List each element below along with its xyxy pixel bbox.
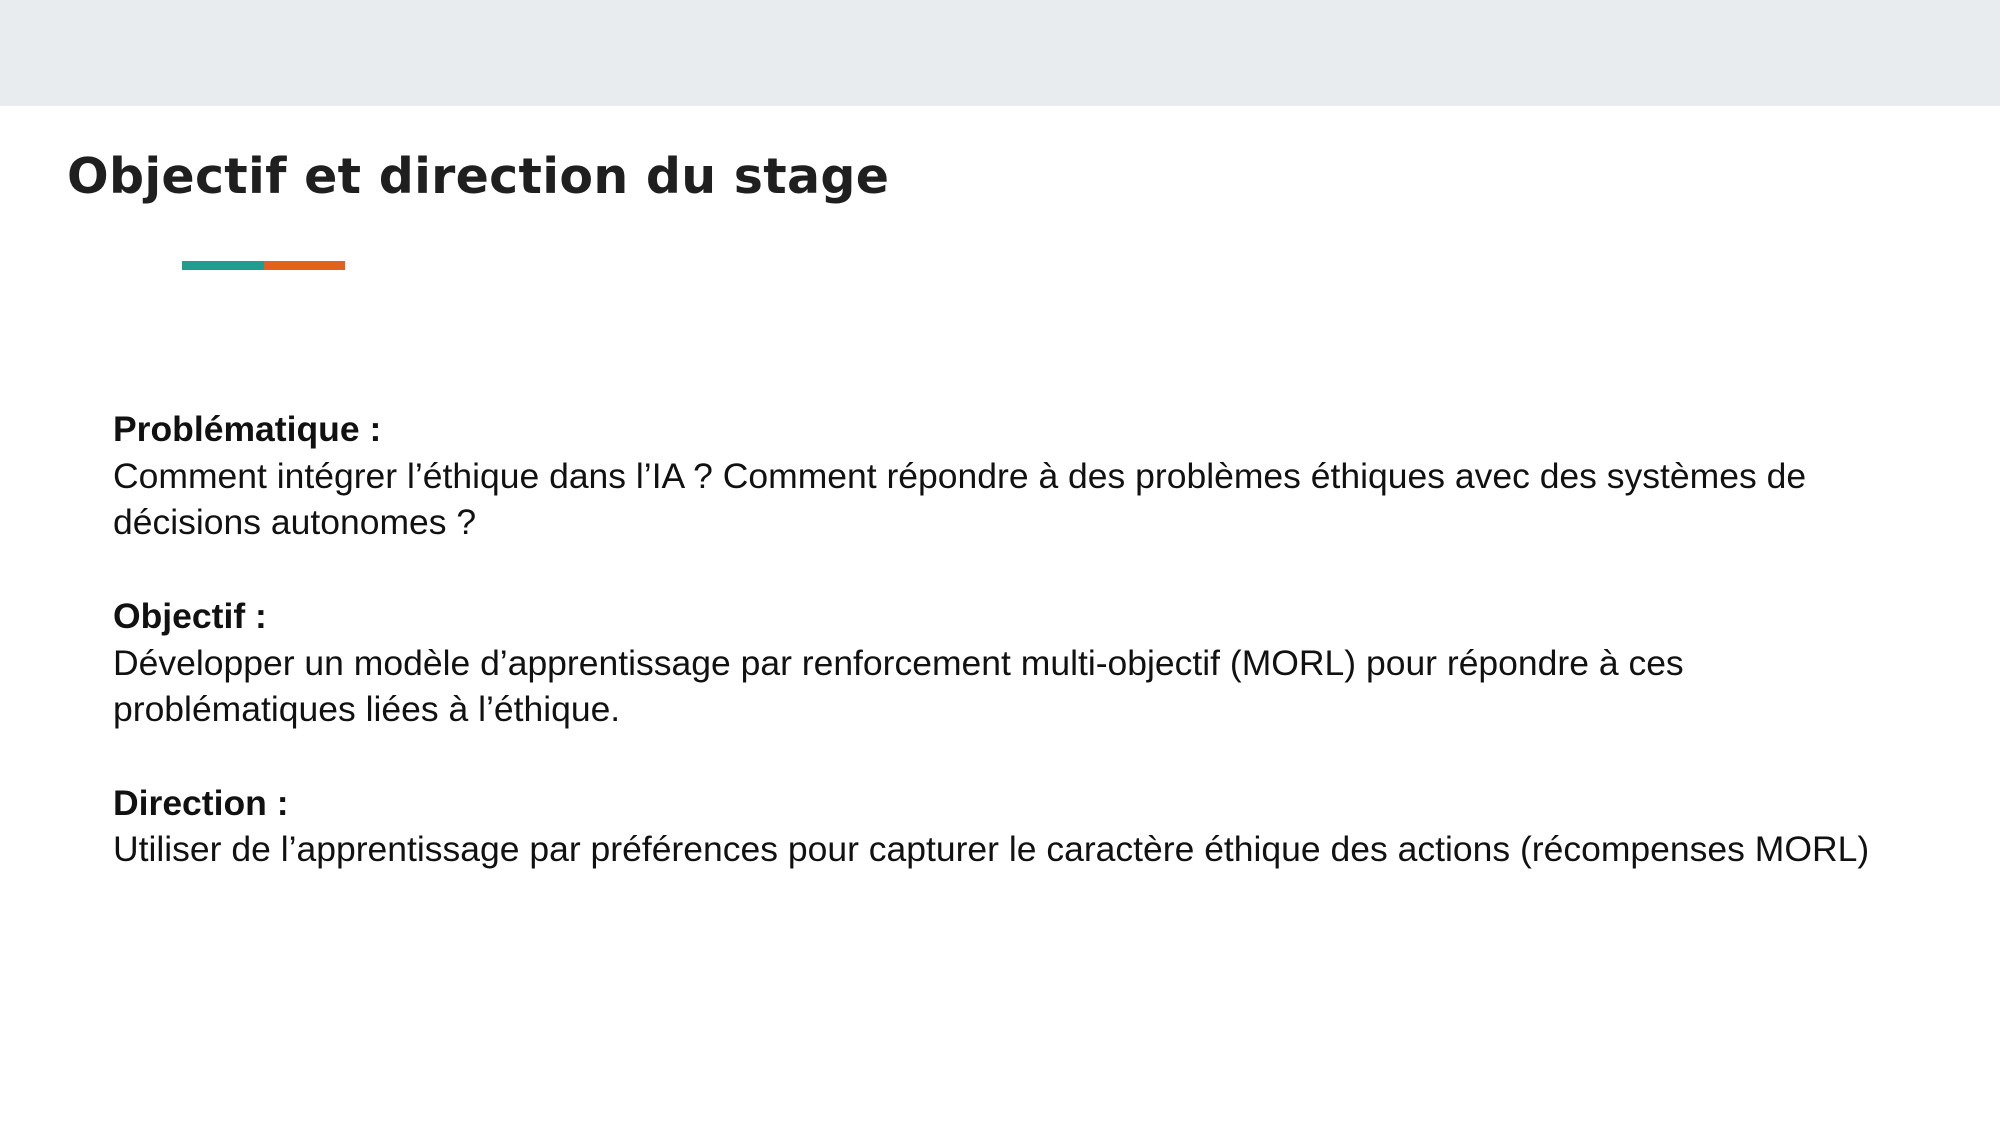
section-objectif: Objectif : Développer un modèle d’appren… — [113, 593, 1893, 733]
section-body: Utiliser de l’apprentissage par préféren… — [113, 829, 1870, 870]
header-band — [0, 0, 2000, 106]
section-problematique: Problématique : Comment intégrer l’éthiq… — [113, 406, 1893, 546]
section-body: Développer un modèle d’apprentissage par… — [113, 642, 1684, 730]
slide-content: Problématique : Comment intégrer l’éthiq… — [113, 406, 1893, 873]
section-heading: Problématique : — [113, 409, 382, 449]
section-heading: Objectif : — [113, 595, 267, 636]
section-heading: Direction : — [113, 782, 289, 823]
title-accent-orange-bar — [264, 261, 345, 270]
slide: Objectif et direction du stage Problémat… — [0, 0, 2000, 1125]
title-accent-teal-bar — [182, 261, 264, 270]
slide-title: Objectif et direction du stage — [67, 148, 890, 205]
section-body: Comment intégrer l’éthique dans l’IA ? C… — [113, 455, 1807, 543]
section-direction: Direction : Utiliser de l’apprentissage … — [113, 780, 1893, 873]
